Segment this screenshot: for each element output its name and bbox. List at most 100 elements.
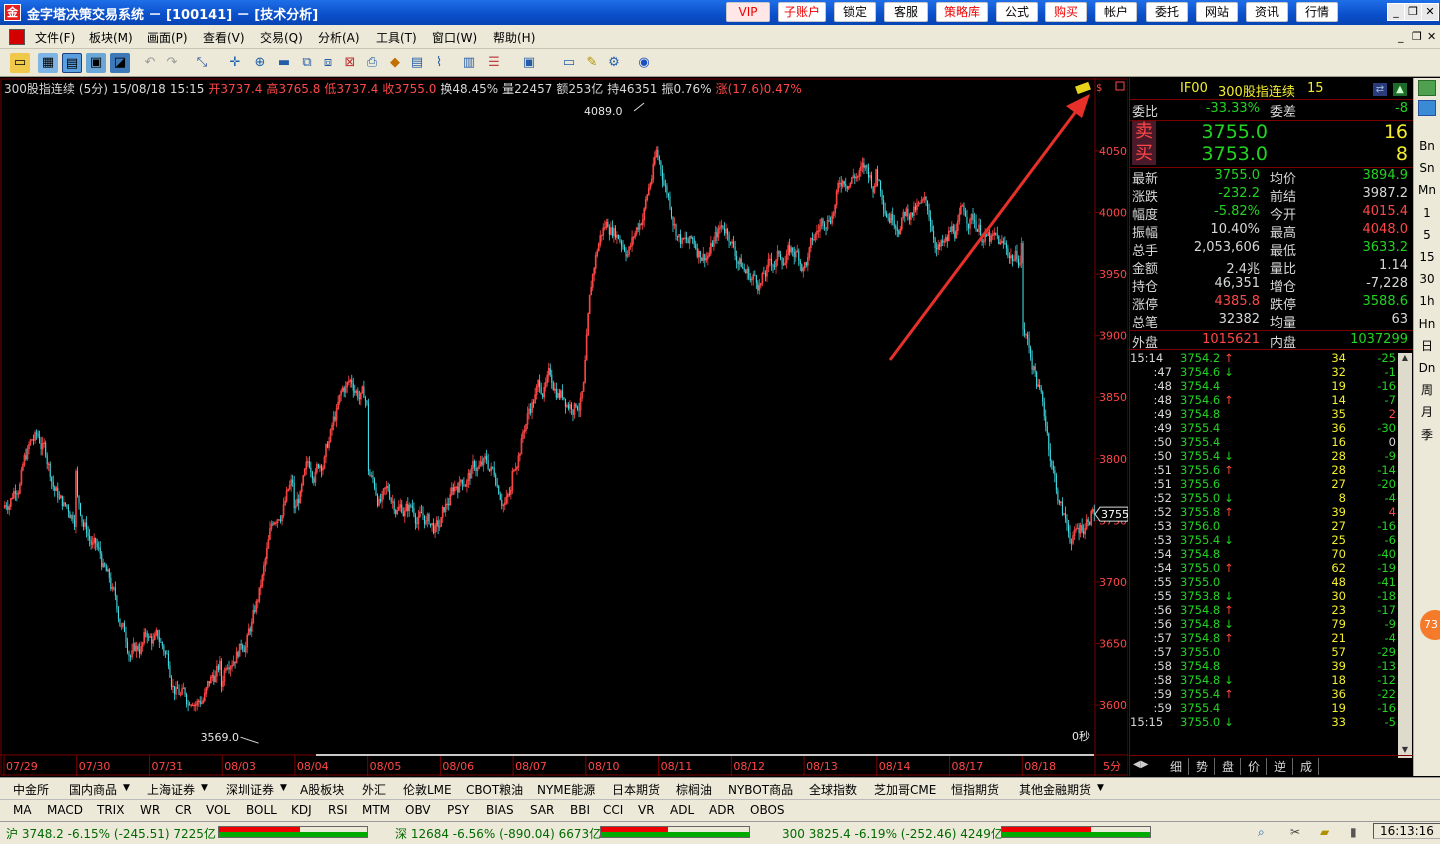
indicator-tab-11[interactable]: PSY [447,803,469,817]
period-button-8[interactable]: Hn [1415,314,1439,334]
chart-window-icon[interactable]: ▣ [86,53,106,73]
indicator-tab-16[interactable]: VR [638,803,655,817]
title-button-1[interactable]: 子账户 [778,2,826,22]
indicator-tab-1[interactable]: MACD [47,803,83,817]
layout-icon[interactable]: ▦ [38,53,58,73]
print-icon[interactable]: ⎙ [362,53,382,73]
document-icon[interactable]: ▤ [407,53,427,73]
title-button-6[interactable]: 购买 [1045,2,1087,22]
scroll-up-icon[interactable]: ▲ [1398,353,1412,366]
market-tab-10[interactable]: 棕榈油 [676,781,712,798]
market-tab-12[interactable]: 全球指数 [809,781,857,798]
detail-tab-1[interactable]: 势 [1196,758,1216,775]
indicator-tab-5[interactable]: VOL [206,803,230,817]
list-icon[interactable]: ☰ [484,53,504,73]
title-button-7[interactable]: 帐户 [1095,2,1137,22]
period-button-10[interactable]: Dn [1415,358,1439,378]
mdi-close-button[interactable]: ✕ [1427,30,1436,43]
indicator-tab-18[interactable]: ADR [709,803,735,817]
kline-chart-panel[interactable]: 4050400039503900385038003750370036503600… [0,78,1128,776]
zoom-icon[interactable]: ⊕ [250,53,270,73]
grid-view-icon[interactable]: ▤ [62,53,82,73]
delete-icon[interactable]: ⊠ [340,53,360,73]
indicator-tab-13[interactable]: SAR [530,803,554,817]
indicator-tab-7[interactable]: KDJ [291,803,312,817]
switch-icon[interactable]: ⇄ [1373,83,1387,96]
window-icon[interactable]: ▣ [519,53,539,73]
market-tab-0[interactable]: 中金所 [13,781,49,798]
tools-icon[interactable]: ✂ [1290,825,1300,839]
market-tab-4[interactable]: A股板块 [300,781,344,798]
period-button-7[interactable]: 1h [1415,291,1439,311]
title-button-0[interactable]: VIP [726,2,770,22]
period-button-0[interactable]: Bn [1415,136,1439,156]
market-tab-1[interactable]: 国内商品 [69,781,117,798]
indicator-tab-2[interactable]: TRIX [97,803,124,817]
market-tab-11[interactable]: NYBOT商品 [728,781,793,798]
crosshair-icon[interactable]: ✛ [225,53,245,73]
title-button-9[interactable]: 网站 [1196,2,1238,22]
redo-icon[interactable]: ↷ [162,53,182,73]
detail-tab-5[interactable]: 成 [1300,758,1320,775]
market-tab-13[interactable]: 芝加哥CME [874,781,936,798]
detail-tab-4[interactable]: 逆 [1274,758,1294,775]
warning-icon[interactable]: ◆ [385,53,405,73]
restore-button[interactable]: ❐ [1404,3,1422,21]
mdi-minimize-button[interactable]: _ [1398,30,1404,43]
indicator-tab-19[interactable]: OBOS [750,803,785,817]
globe-icon[interactable]: ◉ [634,53,654,73]
close-button[interactable]: ✕ [1421,3,1439,21]
indicator-tab-8[interactable]: RSI [328,803,348,817]
period-button-5[interactable]: 15 [1415,247,1439,267]
menu-item-1[interactable]: 板块(M) [89,29,133,46]
market-tab-9[interactable]: 日本期货 [612,781,660,798]
market-tab-14[interactable]: 恒指期货 [951,781,999,798]
zoom-window-icon[interactable]: ◪ [110,53,130,73]
indicator-tab-12[interactable]: BIAS [486,803,514,817]
money-icon[interactable]: ▰ [1320,825,1329,839]
notes-icon[interactable]: ✎ [582,53,602,73]
period-button-4[interactable]: 5 [1415,225,1439,245]
title-button-11[interactable]: 行情 [1296,2,1338,22]
market-tab-8[interactable]: NYME能源 [537,781,595,798]
dropdown-icon[interactable]: ▼ [123,783,130,793]
copy-icon[interactable]: ⧈ [318,53,338,73]
settings-icon[interactable]: ⚙ [604,53,624,73]
indicator-tab-15[interactable]: CCI [603,803,623,817]
period-button-11[interactable]: 周 [1415,380,1439,400]
tick-scrollbar[interactable]: ▲ ▼ [1398,353,1412,758]
period-button-3[interactable]: 1 [1415,203,1439,223]
menu-item-5[interactable]: 分析(A) [318,29,360,46]
float-badge[interactable]: 73 [1420,610,1440,640]
indicator-tab-0[interactable]: MA [13,803,32,817]
menu-item-7[interactable]: 窗口(W) [432,29,477,46]
dropdown-icon[interactable]: ▼ [1097,783,1104,793]
market-tab-7[interactable]: CBOT粮油 [466,781,523,798]
menu-item-3[interactable]: 查看(V) [203,29,245,46]
menu-item-6[interactable]: 工具(T) [376,29,417,46]
period-button-13[interactable]: 季 [1415,425,1439,445]
lock-icon[interactable]: ▮ [1350,825,1357,839]
indicator-tab-9[interactable]: MTM [362,803,390,817]
indicator-tab-14[interactable]: BBI [570,803,590,817]
market-tab-2[interactable]: 上海证券 [147,781,195,798]
undo-icon[interactable]: ↶ [140,53,160,73]
menu-item-2[interactable]: 画面(P) [147,29,188,46]
title-button-4[interactable]: 策略库 [936,2,988,22]
period-button-12[interactable]: 月 [1415,402,1439,422]
minimize-button[interactable]: _ [1387,3,1405,21]
title-button-2[interactable]: 锁定 [834,2,876,22]
market-tab-15[interactable]: 其他金融期货 [1019,781,1091,798]
indicator-tab-3[interactable]: WR [140,803,160,817]
period-button-2[interactable]: Mn [1415,180,1439,200]
title-button-10[interactable]: 资讯 [1246,2,1288,22]
menu-item-4[interactable]: 交易(Q) [260,29,303,46]
open-folder-icon[interactable]: ▭ [10,53,30,73]
dropdown-icon[interactable]: ▼ [201,783,208,793]
title-button-3[interactable]: 客服 [884,2,928,22]
up-arrow-icon[interactable]: ▲ [1393,83,1407,96]
title-button-5[interactable]: 公式 [996,2,1038,22]
layers-icon[interactable]: ⧉ [297,53,317,73]
detail-tab-3[interactable]: 价 [1248,758,1268,775]
title-button-8[interactable]: 委托 [1146,2,1188,22]
